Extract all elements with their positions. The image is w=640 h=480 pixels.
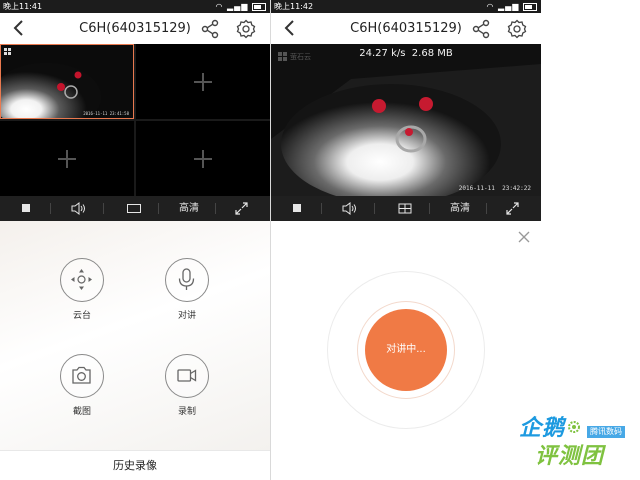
title-bar: C6H(640315129) xyxy=(271,13,541,46)
intercom-button[interactable] xyxy=(165,258,209,302)
share-icon[interactable] xyxy=(200,19,220,39)
signal-icon: ▂▄▆ xyxy=(497,2,520,11)
battery-icon xyxy=(523,2,537,11)
single-window-icon[interactable] xyxy=(126,196,142,221)
split-screen-icon[interactable] xyxy=(398,203,412,214)
toolbar-divider xyxy=(103,203,104,214)
record-label: 录制 xyxy=(177,407,196,417)
talk-panel: 对讲中... xyxy=(271,221,541,480)
toolbar-divider xyxy=(321,203,322,214)
video-cell-empty[interactable] xyxy=(136,121,270,196)
toolbar-divider xyxy=(486,203,487,214)
battery-icon xyxy=(252,2,266,11)
volume-icon[interactable] xyxy=(342,202,358,215)
status-bar: 晚上11:41 ◠ ▂▄▆ xyxy=(0,0,270,13)
left-screen: 晚上11:41 ◠ ▂▄▆ C6H(640315129) 2016-11-11 … xyxy=(0,0,270,480)
toolbar-divider xyxy=(215,203,216,214)
video-cell-active[interactable]: 2016-11-11 23:41:58 xyxy=(0,44,134,119)
status-icons: ◠ ▂▄▆ xyxy=(215,0,266,13)
signal-icon: ▂▄▆ xyxy=(226,2,249,11)
stream-stats: 24.27 k/s 2.68 MB xyxy=(359,48,453,59)
record-button[interactable] xyxy=(165,354,209,398)
toolbar-divider xyxy=(374,203,375,214)
ptz-label: 云台 xyxy=(72,311,91,321)
camera-icon xyxy=(72,366,91,384)
fullscreen-icon[interactable] xyxy=(235,202,248,215)
live-video[interactable]: 萤石云 24.27 k/s 2.68 MB 2016-11-11 23:42:2… xyxy=(271,44,541,196)
screenshot-label: 截图 xyxy=(72,407,91,417)
toolbar-divider xyxy=(50,203,51,214)
add-camera-icon xyxy=(194,149,212,168)
intercom-label: 对讲 xyxy=(177,311,196,321)
toolbar-divider xyxy=(429,203,430,214)
close-icon[interactable] xyxy=(517,230,531,244)
ptz-button[interactable] xyxy=(60,258,104,302)
brand-line2: 评测团 xyxy=(535,444,605,469)
gear-icon[interactable] xyxy=(236,19,256,39)
toolbar-divider xyxy=(158,203,159,214)
quality-button[interactable]: 高清 xyxy=(445,196,475,221)
status-icons: ◠ ▂▄▆ xyxy=(486,0,537,13)
status-bar: 晚上11:42 ◠ ▂▄▆ xyxy=(271,0,541,13)
page-title: C6H(640315129) xyxy=(350,21,462,36)
fullscreen-icon[interactable] xyxy=(506,202,519,215)
title-bar: C6H(640315129) xyxy=(0,13,270,46)
talking-button[interactable]: 对讲中... xyxy=(365,309,447,391)
history-recording-button[interactable]: 历史录像 xyxy=(0,450,270,480)
video-timestamp: 2016-11-11 23:42:22 xyxy=(458,185,531,192)
brand-watermark: 企鹅 腾讯数码 评测团 xyxy=(519,0,640,480)
volume-icon[interactable] xyxy=(71,202,87,215)
playback-toolbar: 高清 xyxy=(0,196,270,221)
status-time: 晚上11:41 xyxy=(3,2,43,11)
gear-logo-icon xyxy=(568,421,580,433)
playback-toolbar: 高清 xyxy=(271,196,541,221)
control-panel: 云台 对讲 截图 录制 xyxy=(0,221,270,450)
video-cell-empty[interactable] xyxy=(136,44,270,119)
video-record-icon xyxy=(177,369,197,382)
status-time: 晚上11:42 xyxy=(274,2,314,11)
stop-icon[interactable] xyxy=(18,196,34,221)
wifi-icon: ◠ xyxy=(486,2,495,11)
camera-feed-image xyxy=(271,44,541,196)
video-cell-empty[interactable] xyxy=(0,121,134,196)
page-title: C6H(640315129) xyxy=(79,21,191,36)
add-camera-icon xyxy=(58,149,76,168)
quality-button[interactable]: 高清 xyxy=(174,196,204,221)
wifi-icon: ◠ xyxy=(215,2,224,11)
gear-icon[interactable] xyxy=(507,19,527,39)
screenshot-button[interactable] xyxy=(60,354,104,398)
camera-feed-image xyxy=(1,45,133,118)
brand-tag: 腾讯数码 xyxy=(587,426,625,438)
add-camera-icon xyxy=(194,72,212,91)
ptz-direction-icon xyxy=(71,269,92,290)
video-grid: 2016-11-11 23:41:58 xyxy=(0,44,270,196)
microphone-icon xyxy=(178,268,195,290)
video-timestamp: 2016-11-11 23:41:58 xyxy=(83,111,129,116)
right-screen: 晚上11:42 ◠ ▂▄▆ C6H(640315129) 萤石云 24.27 k… xyxy=(271,0,541,480)
stop-icon[interactable] xyxy=(289,196,305,221)
share-icon[interactable] xyxy=(471,19,491,39)
